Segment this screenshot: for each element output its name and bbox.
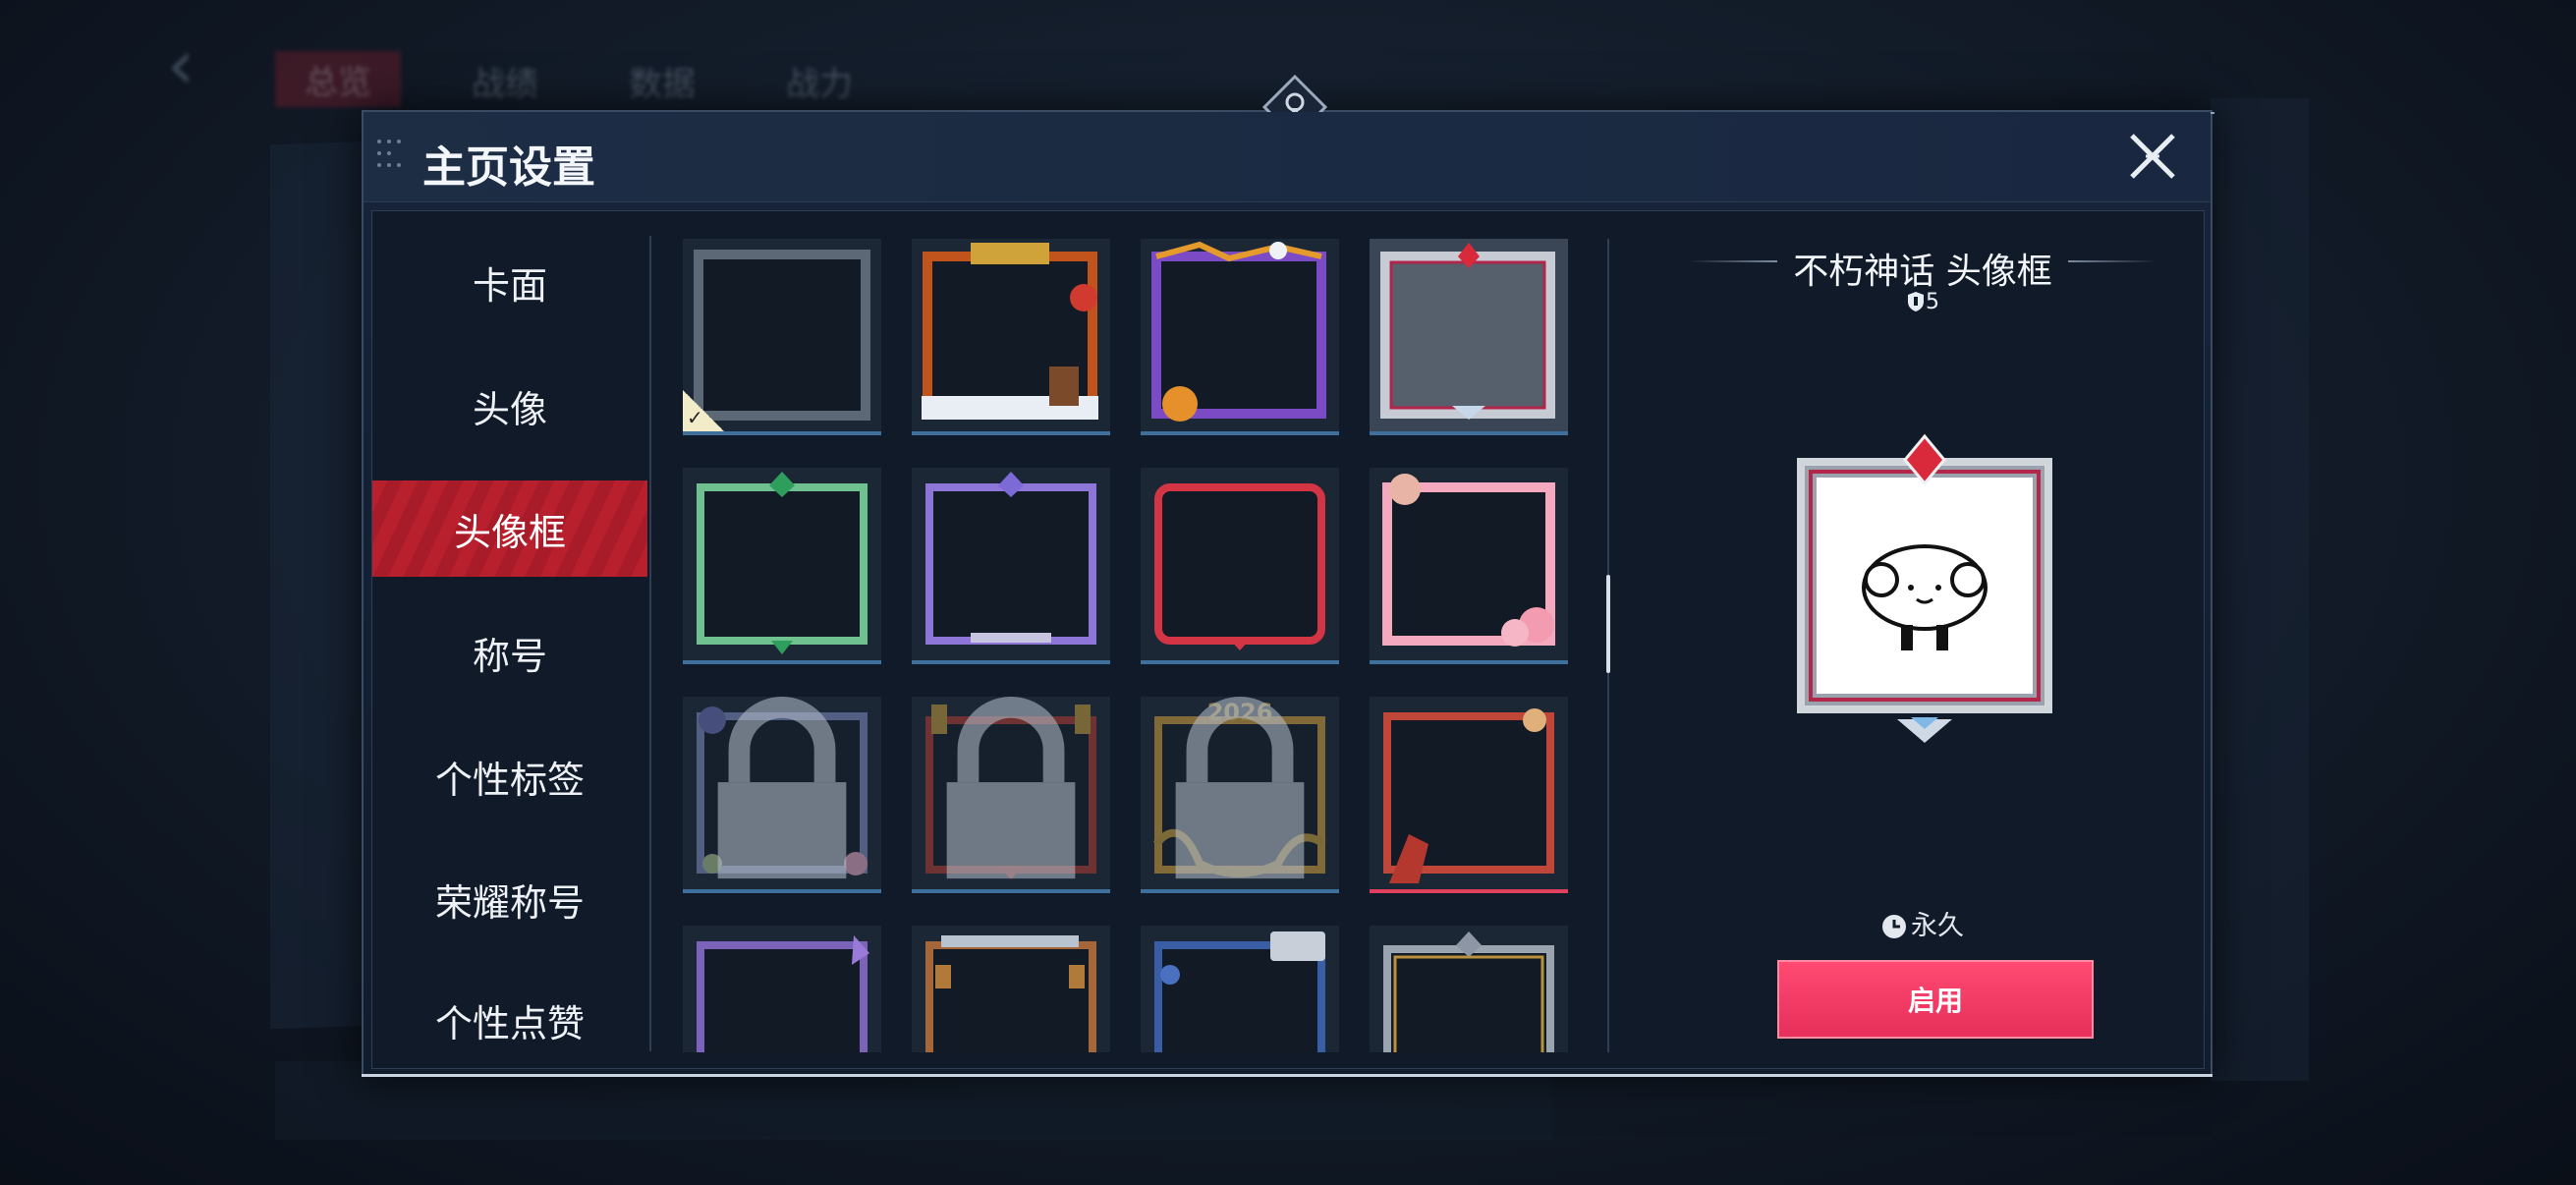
scrollbar-thumb[interactable] xyxy=(1606,575,1610,673)
lock-icon xyxy=(1175,697,1305,879)
duration-info: 永久 xyxy=(1640,904,2206,942)
frame-icon xyxy=(1383,931,1554,1052)
nav-item-card[interactable]: 卡面 xyxy=(372,234,647,330)
nav-item-honor-title[interactable]: 荣耀称号 xyxy=(372,851,647,947)
frame-grid[interactable]: ✓ 2026 xyxy=(683,239,1587,1052)
nav-item-avatar-frame[interactable]: 头像框 xyxy=(372,480,647,577)
back-arrow-icon: ‹ xyxy=(167,25,195,105)
dialog-header: 主页设置 xyxy=(364,112,2211,202)
homepage-settings-dialog: 主页设置 卡面 头像 头像框 称号 个性标签 荣耀称号 个性点赞 ✓ 2026 … xyxy=(362,74,2214,1077)
frame-icon xyxy=(1380,243,1555,420)
frame-tile-spring-festival[interactable] xyxy=(912,239,1110,435)
equipped-check-icon: ✓ xyxy=(683,390,724,431)
nav-item-personal-tag[interactable]: 个性标签 xyxy=(372,728,647,824)
nav-item-avatar[interactable]: 头像 xyxy=(372,358,647,454)
frame-icon xyxy=(1151,241,1326,422)
frame-tile-red-gate[interactable] xyxy=(912,697,1110,893)
frame-preview-image xyxy=(1797,433,2052,743)
frame-level: 5 xyxy=(1640,290,2206,314)
frame-icon xyxy=(697,472,868,654)
frame-icon xyxy=(925,472,1096,645)
frame-tile-emerald[interactable] xyxy=(683,468,881,664)
frame-icon xyxy=(1154,931,1325,1052)
dialog-bottom-border xyxy=(362,1074,2212,1077)
frame-tile-bronze-lantern[interactable] xyxy=(912,926,1110,1052)
game-screen: ‹ 总览 战绩 数据 战力 主页设置 卡面 头像 头像框 称号 个性标签 荣耀称… xyxy=(0,0,2576,1185)
dialog-title: 主页设置 xyxy=(422,142,595,193)
frame-tile-crimson[interactable] xyxy=(1141,468,1339,664)
frame-tile-floral[interactable] xyxy=(683,697,881,893)
frame-name: 不朽神话 头像框 xyxy=(1793,252,2052,292)
lock-icon xyxy=(946,697,1076,879)
dialog-body: 卡面 头像 头像框 称号 个性标签 荣耀称号 个性点赞 ✓ 2026 不朽神话 … xyxy=(371,210,2205,1069)
duration-text: 永久 xyxy=(1911,911,1964,941)
shield-icon xyxy=(1908,292,1924,311)
frame-tile-golden-2026[interactable]: 2026 xyxy=(1141,697,1339,893)
frame-icon xyxy=(1154,483,1325,650)
bg-tab-data: 数据 xyxy=(629,65,696,104)
frame-icon xyxy=(925,935,1096,1052)
frame-tile-blue-mech[interactable] xyxy=(1141,926,1339,1052)
frame-tile-violet[interactable] xyxy=(912,468,1110,664)
frame-icon xyxy=(1383,708,1554,883)
frame-icon xyxy=(697,935,869,1052)
frame-icon xyxy=(1382,474,1555,647)
lock-icon xyxy=(717,697,847,879)
nav-divider xyxy=(649,236,651,1051)
close-icon[interactable] xyxy=(2124,128,2181,185)
frame-detail-panel: 不朽神话 头像框 5 永久 启用 xyxy=(1640,211,2206,1068)
nav-item-like-style[interactable]: 个性点赞 xyxy=(372,972,647,1068)
enable-button[interactable]: 启用 xyxy=(1777,960,2094,1039)
bg-tab-overview: 总览 xyxy=(275,51,401,107)
frame-tile-halloween[interactable] xyxy=(1141,239,1339,435)
frame-icon xyxy=(922,243,1098,420)
detail-header: 不朽神话 头像框 xyxy=(1640,233,2206,292)
frame-tile-silver-gold[interactable] xyxy=(1370,926,1568,1052)
drag-handle-icon[interactable] xyxy=(377,140,403,175)
frame-level-value: 5 xyxy=(1926,290,1939,314)
settings-nav: 卡面 头像 头像框 称号 个性标签 荣耀称号 个性点赞 xyxy=(372,211,647,1068)
clock-icon xyxy=(1882,915,1906,938)
bg-tab-power: 战力 xyxy=(786,65,853,104)
frame-tile-horse[interactable] xyxy=(1370,697,1568,893)
nav-item-title[interactable]: 称号 xyxy=(372,604,647,701)
bg-tab-record: 战绩 xyxy=(472,65,538,104)
frame-tile-purple-gem[interactable] xyxy=(683,926,881,1052)
frame-tile-immortal-myth[interactable] xyxy=(1370,239,1568,435)
frame-tile-sakura-bear[interactable] xyxy=(1370,468,1568,664)
background-panel xyxy=(2211,98,2309,1081)
frame-tile-default[interactable]: ✓ xyxy=(683,239,881,435)
